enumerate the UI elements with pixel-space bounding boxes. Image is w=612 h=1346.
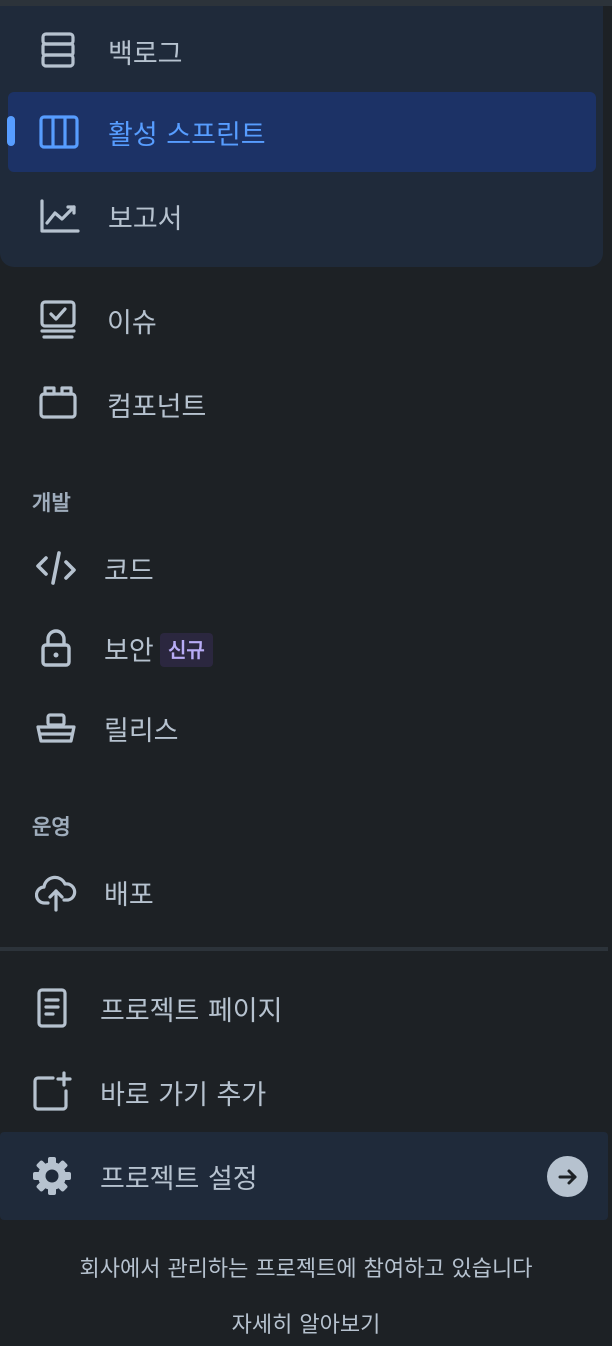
sidebar-item-active-sprint[interactable]: 활성 스프린트 — [0, 92, 612, 172]
managed-project-message: 회사에서 관리하는 프로젝트에 참여하고 있습니다 — [79, 1257, 533, 1282]
sidebar-item-label: 바로 가기 추가 — [100, 1079, 267, 1111]
cloud-upload-icon — [35, 871, 77, 913]
sidebar-item-issues[interactable]: 이슈 — [0, 280, 612, 360]
sidebar-item-label: 보안 — [104, 635, 154, 667]
sidebar-item-code[interactable]: 코드 — [0, 528, 612, 608]
sidebar-item-label: 보고서 — [108, 203, 183, 235]
sidebar-item-label: 이슈 — [107, 307, 157, 339]
sidebar-item-label: 프로젝트 설정 — [100, 1163, 258, 1195]
component-icon — [37, 383, 79, 425]
sidebar-item-label: 배포 — [104, 879, 154, 911]
sidebar-item-project-pages[interactable]: 프로젝트 페이지 — [0, 968, 612, 1048]
sidebar-item-releases[interactable]: 릴리스 — [0, 688, 612, 768]
sidebar-item-label: 코드 — [104, 555, 154, 587]
issues-monitor-icon — [37, 299, 79, 341]
sidebar-item-label: 릴리스 — [104, 715, 179, 747]
section-divider — [0, 947, 608, 951]
sidebar-item-deployments[interactable]: 배포 — [0, 852, 612, 932]
backlog-icon — [38, 30, 80, 72]
code-icon — [35, 547, 77, 589]
lock-icon — [35, 627, 77, 669]
section-header-operations: 운영 — [32, 815, 71, 839]
sidebar-item-components[interactable]: 컴포넌트 — [0, 364, 612, 444]
sidebar-item-reports[interactable]: 보고서 — [0, 176, 612, 256]
learn-more-link[interactable]: 자세히 알아보기 — [0, 1307, 612, 1339]
sidebar-item-label: 백로그 — [108, 38, 183, 70]
add-shortcut-icon — [31, 1071, 73, 1113]
new-badge: 신규 — [160, 633, 213, 667]
gear-icon — [31, 1155, 73, 1197]
section-header-development: 개발 — [32, 491, 71, 515]
sidebar-item-security[interactable]: 보안 — [0, 608, 612, 688]
sidebar-item-backlog[interactable]: 백로그 — [0, 11, 612, 91]
ship-icon — [35, 707, 77, 749]
arrow-right-circle-icon[interactable] — [547, 1156, 588, 1197]
chart-line-icon — [38, 195, 80, 237]
sidebar-item-label: 프로젝트 페이지 — [100, 995, 283, 1027]
board-columns-icon — [38, 111, 80, 153]
sidebar-item-label: 활성 스프린트 — [108, 119, 266, 151]
sidebar-item-label: 컴포넌트 — [107, 391, 207, 423]
sidebar-item-add-shortcut[interactable]: 바로 가기 추가 — [0, 1052, 612, 1132]
page-icon — [31, 987, 73, 1029]
sidebar-item-project-settings[interactable]: 프로젝트 설정 — [0, 1136, 612, 1216]
